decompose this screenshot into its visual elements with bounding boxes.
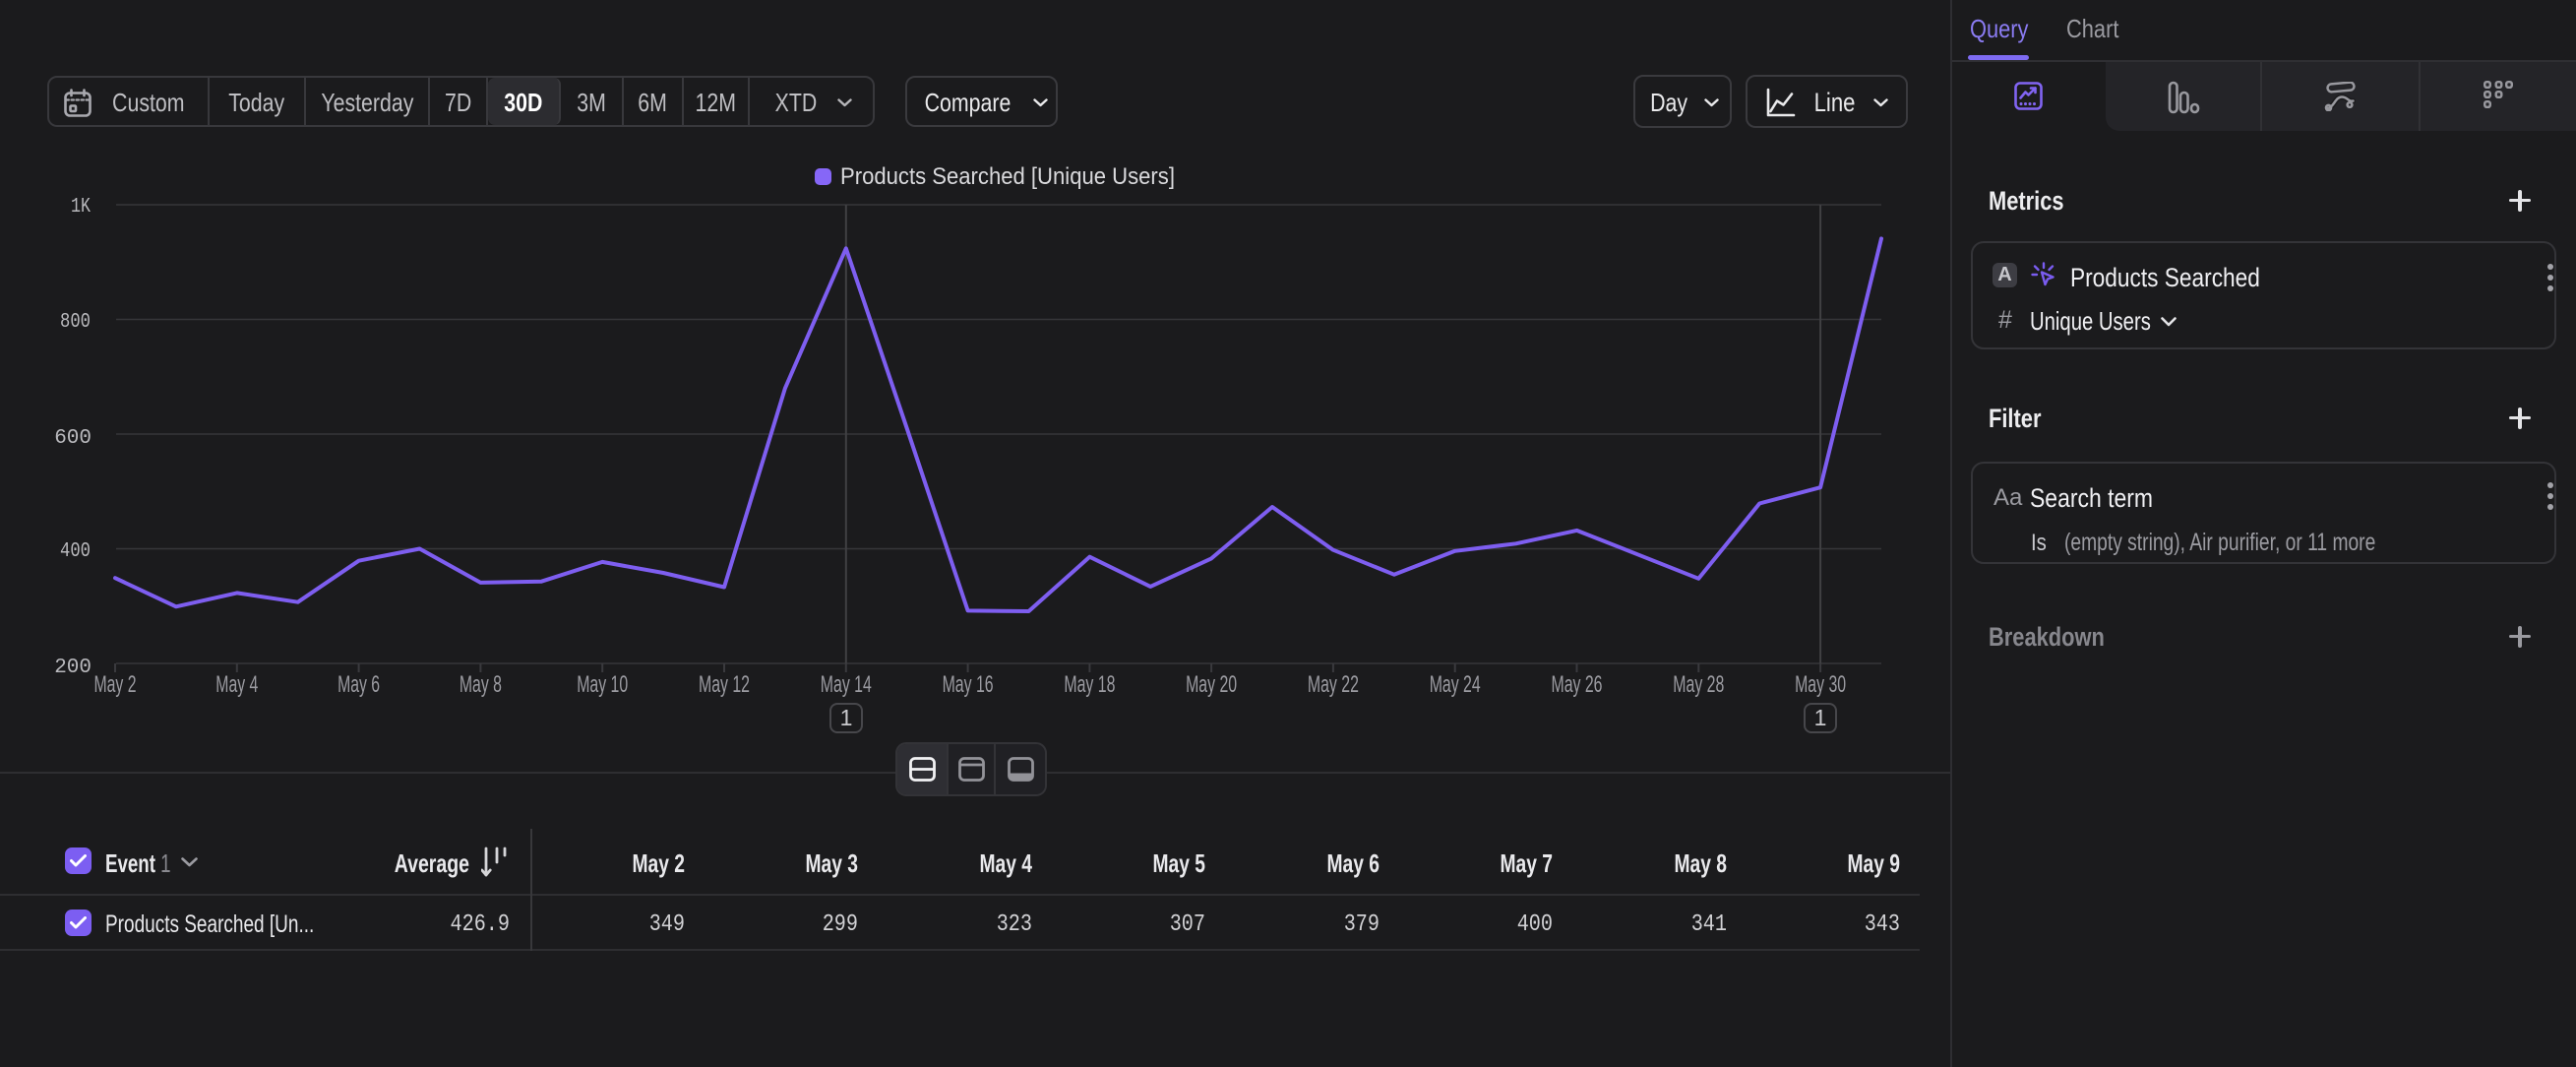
svg-text:May 22: May 22 — [1308, 671, 1359, 698]
svg-text:200: 200 — [54, 657, 92, 679]
svg-text:1K: 1K — [71, 196, 91, 219]
svg-text:May 30: May 30 — [1795, 671, 1846, 698]
svg-text:May 26: May 26 — [1552, 671, 1603, 698]
svg-text:May 4: May 4 — [215, 671, 258, 698]
svg-text:May 28: May 28 — [1673, 671, 1724, 698]
svg-text:May 12: May 12 — [699, 671, 750, 698]
svg-text:May 2: May 2 — [94, 671, 137, 698]
svg-text:May 16: May 16 — [943, 671, 994, 698]
svg-text:800: 800 — [60, 311, 91, 334]
svg-text:400: 400 — [60, 540, 91, 563]
svg-text:May 10: May 10 — [577, 671, 628, 698]
svg-text:May 20: May 20 — [1186, 671, 1237, 698]
svg-text:May 14: May 14 — [821, 671, 872, 698]
svg-text:May 24: May 24 — [1430, 671, 1481, 698]
svg-text:May 6: May 6 — [337, 671, 380, 698]
svg-text:May 8: May 8 — [460, 671, 502, 698]
svg-text:600: 600 — [54, 427, 92, 450]
svg-text:May 18: May 18 — [1064, 671, 1115, 698]
